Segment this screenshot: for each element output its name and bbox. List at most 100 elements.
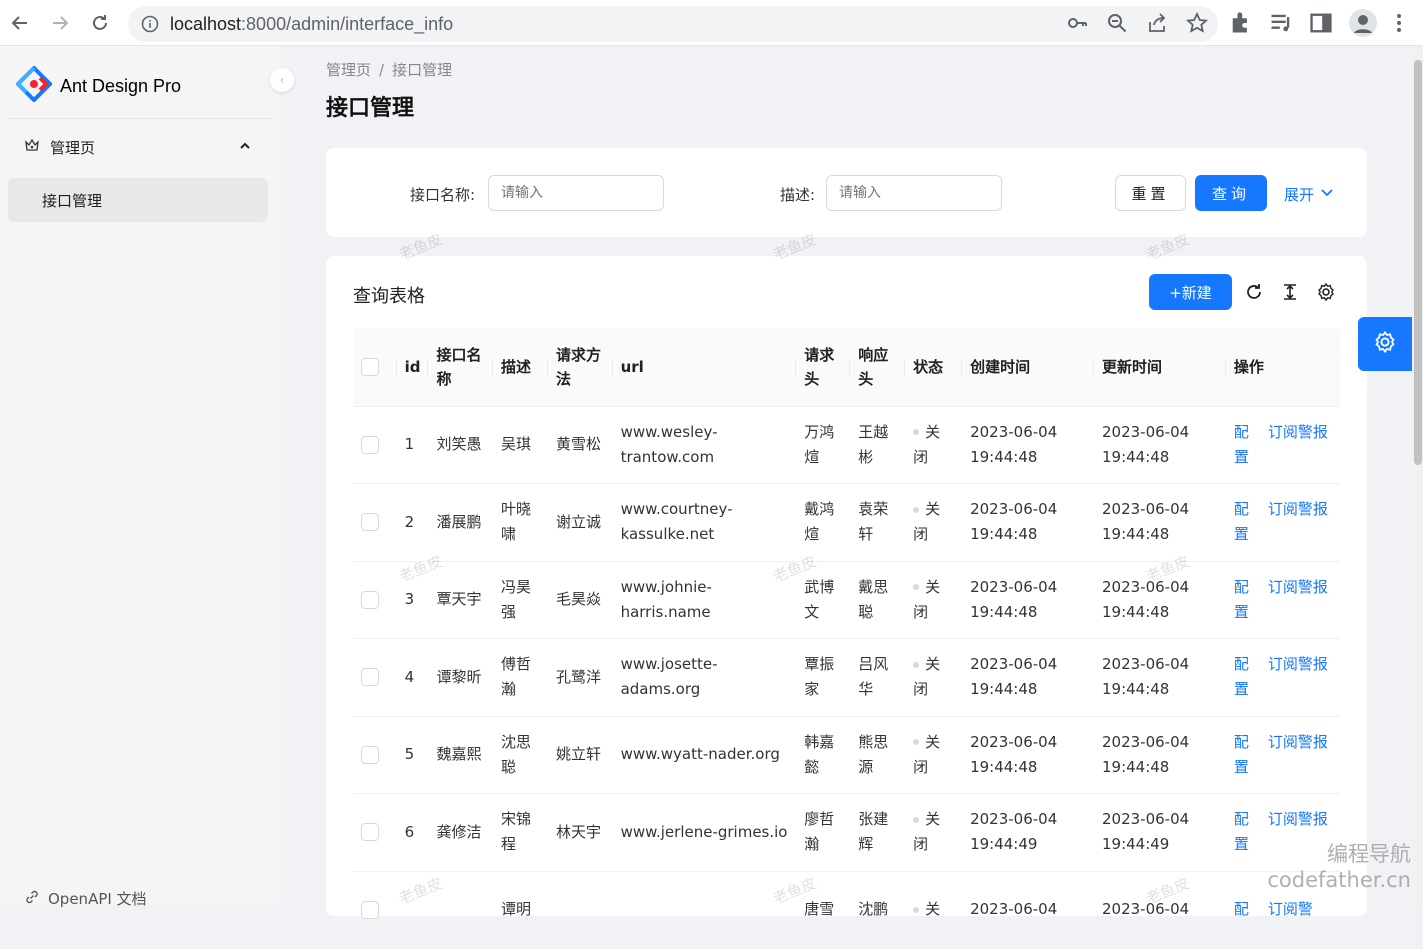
subscribe-alert-link[interactable]: 订阅警报 — [1268, 420, 1332, 470]
table-row: 1 刘笑愚 吴琪 黄雪松 www.wesley-trantow.com 万鸿煊 王越彬 关闭 2… — [353, 406, 1340, 484]
description-input[interactable] — [826, 175, 1002, 211]
extensions-icon[interactable] — [1228, 8, 1254, 42]
cell-resp: 张建辉 — [850, 793, 906, 872]
column-header[interactable]: 操作 — [1225, 328, 1340, 407]
column-header[interactable]: url — [612, 328, 797, 407]
row-select-cell[interactable] — [353, 638, 397, 717]
subscribe-alert-link[interactable]: 订阅警报 — [1268, 497, 1332, 547]
subscribe-alert-link[interactable]: 订阅警报 — [1268, 730, 1332, 780]
row-checkbox[interactable] — [361, 900, 379, 919]
configure-link[interactable]: 配置 — [1234, 730, 1254, 780]
row-checkbox[interactable] — [361, 823, 379, 842]
select-all-checkbox[interactable] — [361, 358, 379, 377]
column-header[interactable]: 描述 — [493, 328, 548, 407]
openapi-docs-link[interactable]: OpenAPI 文档 — [24, 888, 147, 909]
subscribe-alert-link[interactable]: 订阅警报 — [1268, 807, 1332, 857]
density-icon[interactable] — [1280, 282, 1300, 306]
cell-req: 韩嘉懿 — [796, 716, 851, 794]
cell-created: 2023-06-04 19:44:48 — [962, 716, 1094, 794]
row-checkbox[interactable] — [361, 513, 379, 532]
site-info-icon[interactable] — [140, 14, 160, 38]
zoom-icon[interactable] — [1106, 12, 1128, 38]
logo[interactable]: Ant Design Pro — [15, 65, 182, 106]
configure-link[interactable]: 配置 — [1234, 807, 1254, 857]
column-settings-icon[interactable] — [1316, 282, 1336, 306]
back-icon[interactable] — [0, 0, 40, 46]
key-icon[interactable] — [1066, 12, 1088, 38]
collapse-sidebar-button[interactable]: ‹ — [270, 68, 294, 92]
expand-filters-button[interactable]: 展开 — [1284, 184, 1334, 205]
profile-avatar-icon[interactable] — [1348, 8, 1378, 42]
reset-button[interactable]: 重置 — [1115, 175, 1186, 211]
cell-req: 廖哲瀚 — [796, 793, 851, 872]
row-checkbox[interactable] — [361, 745, 379, 764]
subscribe-alert-link[interactable]: 订阅警报 — [1268, 652, 1332, 702]
breadcrumb-item[interactable]: 管理页 — [326, 61, 371, 79]
page-title: 接口管理 — [326, 96, 415, 121]
sidebar-item-interface-management[interactable]: 接口管理 — [8, 178, 268, 222]
subscribe-alert-link[interactable]: 订阅警 — [1268, 897, 1332, 922]
row-checkbox[interactable] — [361, 590, 379, 609]
cell-id: 2 — [396, 483, 429, 562]
bookmark-star-icon[interactable] — [1185, 11, 1209, 38]
status-text: 关 — [925, 900, 941, 919]
row-checkbox[interactable] — [361, 668, 379, 687]
column-header[interactable]: 接口名称 — [428, 328, 494, 407]
cell-resp: 袁荣轩 — [850, 483, 906, 562]
status-dot-icon — [913, 584, 920, 591]
table-row: 5 魏嘉熙 沈思聪 姚立轩 www.wyatt-nader.org 韩嘉懿 熊思源 关闭 202… — [353, 716, 1340, 794]
table-row: 4 谭黎昕 傅哲瀚 孔鹭洋 www.josette-adams.org 覃振家 吕风华 关闭 2… — [353, 638, 1340, 717]
column-header[interactable]: 创建时间 — [962, 328, 1094, 407]
cell-id — [396, 871, 429, 949]
column-header[interactable]: 响应头 — [850, 328, 906, 407]
subscribe-alert-link[interactable]: 订阅警报 — [1268, 575, 1332, 625]
select-all-checkbox-cell[interactable] — [353, 328, 397, 407]
row-select-cell[interactable] — [353, 483, 397, 562]
configure-link[interactable]: 配置 — [1234, 497, 1254, 547]
page-scrollbar-thumb[interactable] — [1414, 60, 1422, 465]
row-select-cell[interactable] — [353, 561, 397, 639]
forward-icon[interactable] — [40, 0, 80, 46]
cell-method: 林天宇 — [548, 793, 613, 872]
interface-name-input[interactable] — [488, 175, 664, 211]
row-checkbox[interactable] — [361, 435, 379, 454]
table-row: 2 潘展鹏 叶晓啸 谢立诚 www.courtney-kassulke.net 戴鸿煊 袁荣… — [353, 483, 1340, 562]
reload-table-icon[interactable] — [1244, 282, 1264, 306]
status-dot-icon — [913, 739, 920, 746]
cell-desc: 吴琪 — [493, 406, 548, 484]
cell-created: 2023-06-04 19:44:48 — [962, 561, 1094, 639]
address-bar[interactable]: localhost:8000/admin/interface_info — [128, 6, 1218, 42]
cell-resp: 沈鹏 — [850, 871, 906, 949]
column-header[interactable]: id — [396, 328, 429, 407]
configure-link[interactable]: 配 — [1234, 897, 1254, 922]
cell-url: www.jerlene-grimes.io — [612, 793, 797, 872]
configure-link[interactable]: 配置 — [1234, 575, 1254, 625]
more-menu-icon[interactable] — [1392, 8, 1406, 42]
sidebar-item-admin-page[interactable]: 管理页 — [6, 126, 274, 168]
cell-desc: 傅哲瀚 — [493, 638, 548, 717]
column-header[interactable]: 请求方法 — [548, 328, 613, 407]
reload-icon[interactable] — [80, 0, 120, 46]
column-header[interactable]: 请求头 — [796, 328, 851, 407]
cell-name — [428, 871, 494, 949]
cell-status: 关闭 — [905, 793, 963, 872]
settings-drawer-button[interactable] — [1358, 317, 1412, 371]
row-select-cell[interactable] — [353, 406, 397, 484]
logo-text: Ant Design Pro — [60, 75, 182, 96]
cell-method: 毛昊焱 — [548, 561, 613, 639]
column-header[interactable]: 更新时间 — [1093, 328, 1226, 407]
row-select-cell[interactable] — [353, 871, 397, 949]
media-icon[interactable] — [1268, 8, 1294, 42]
cell-actions: 配置 订阅警报 — [1225, 561, 1340, 639]
share-icon[interactable] — [1146, 12, 1168, 38]
configure-link[interactable]: 配置 — [1234, 652, 1254, 702]
search-form-card: 接口名称: 描述: 重置 查询 展开 — [326, 148, 1367, 237]
new-button[interactable]: +新建 — [1149, 274, 1232, 310]
breadcrumb: 管理页 / 接口管理 — [326, 61, 453, 79]
side-panel-icon[interactable] — [1308, 8, 1334, 42]
configure-link[interactable]: 配置 — [1234, 420, 1254, 470]
row-select-cell[interactable] — [353, 716, 397, 794]
column-header[interactable]: 状态 — [905, 328, 963, 407]
query-button[interactable]: 查询 — [1195, 175, 1267, 211]
row-select-cell[interactable] — [353, 793, 397, 872]
